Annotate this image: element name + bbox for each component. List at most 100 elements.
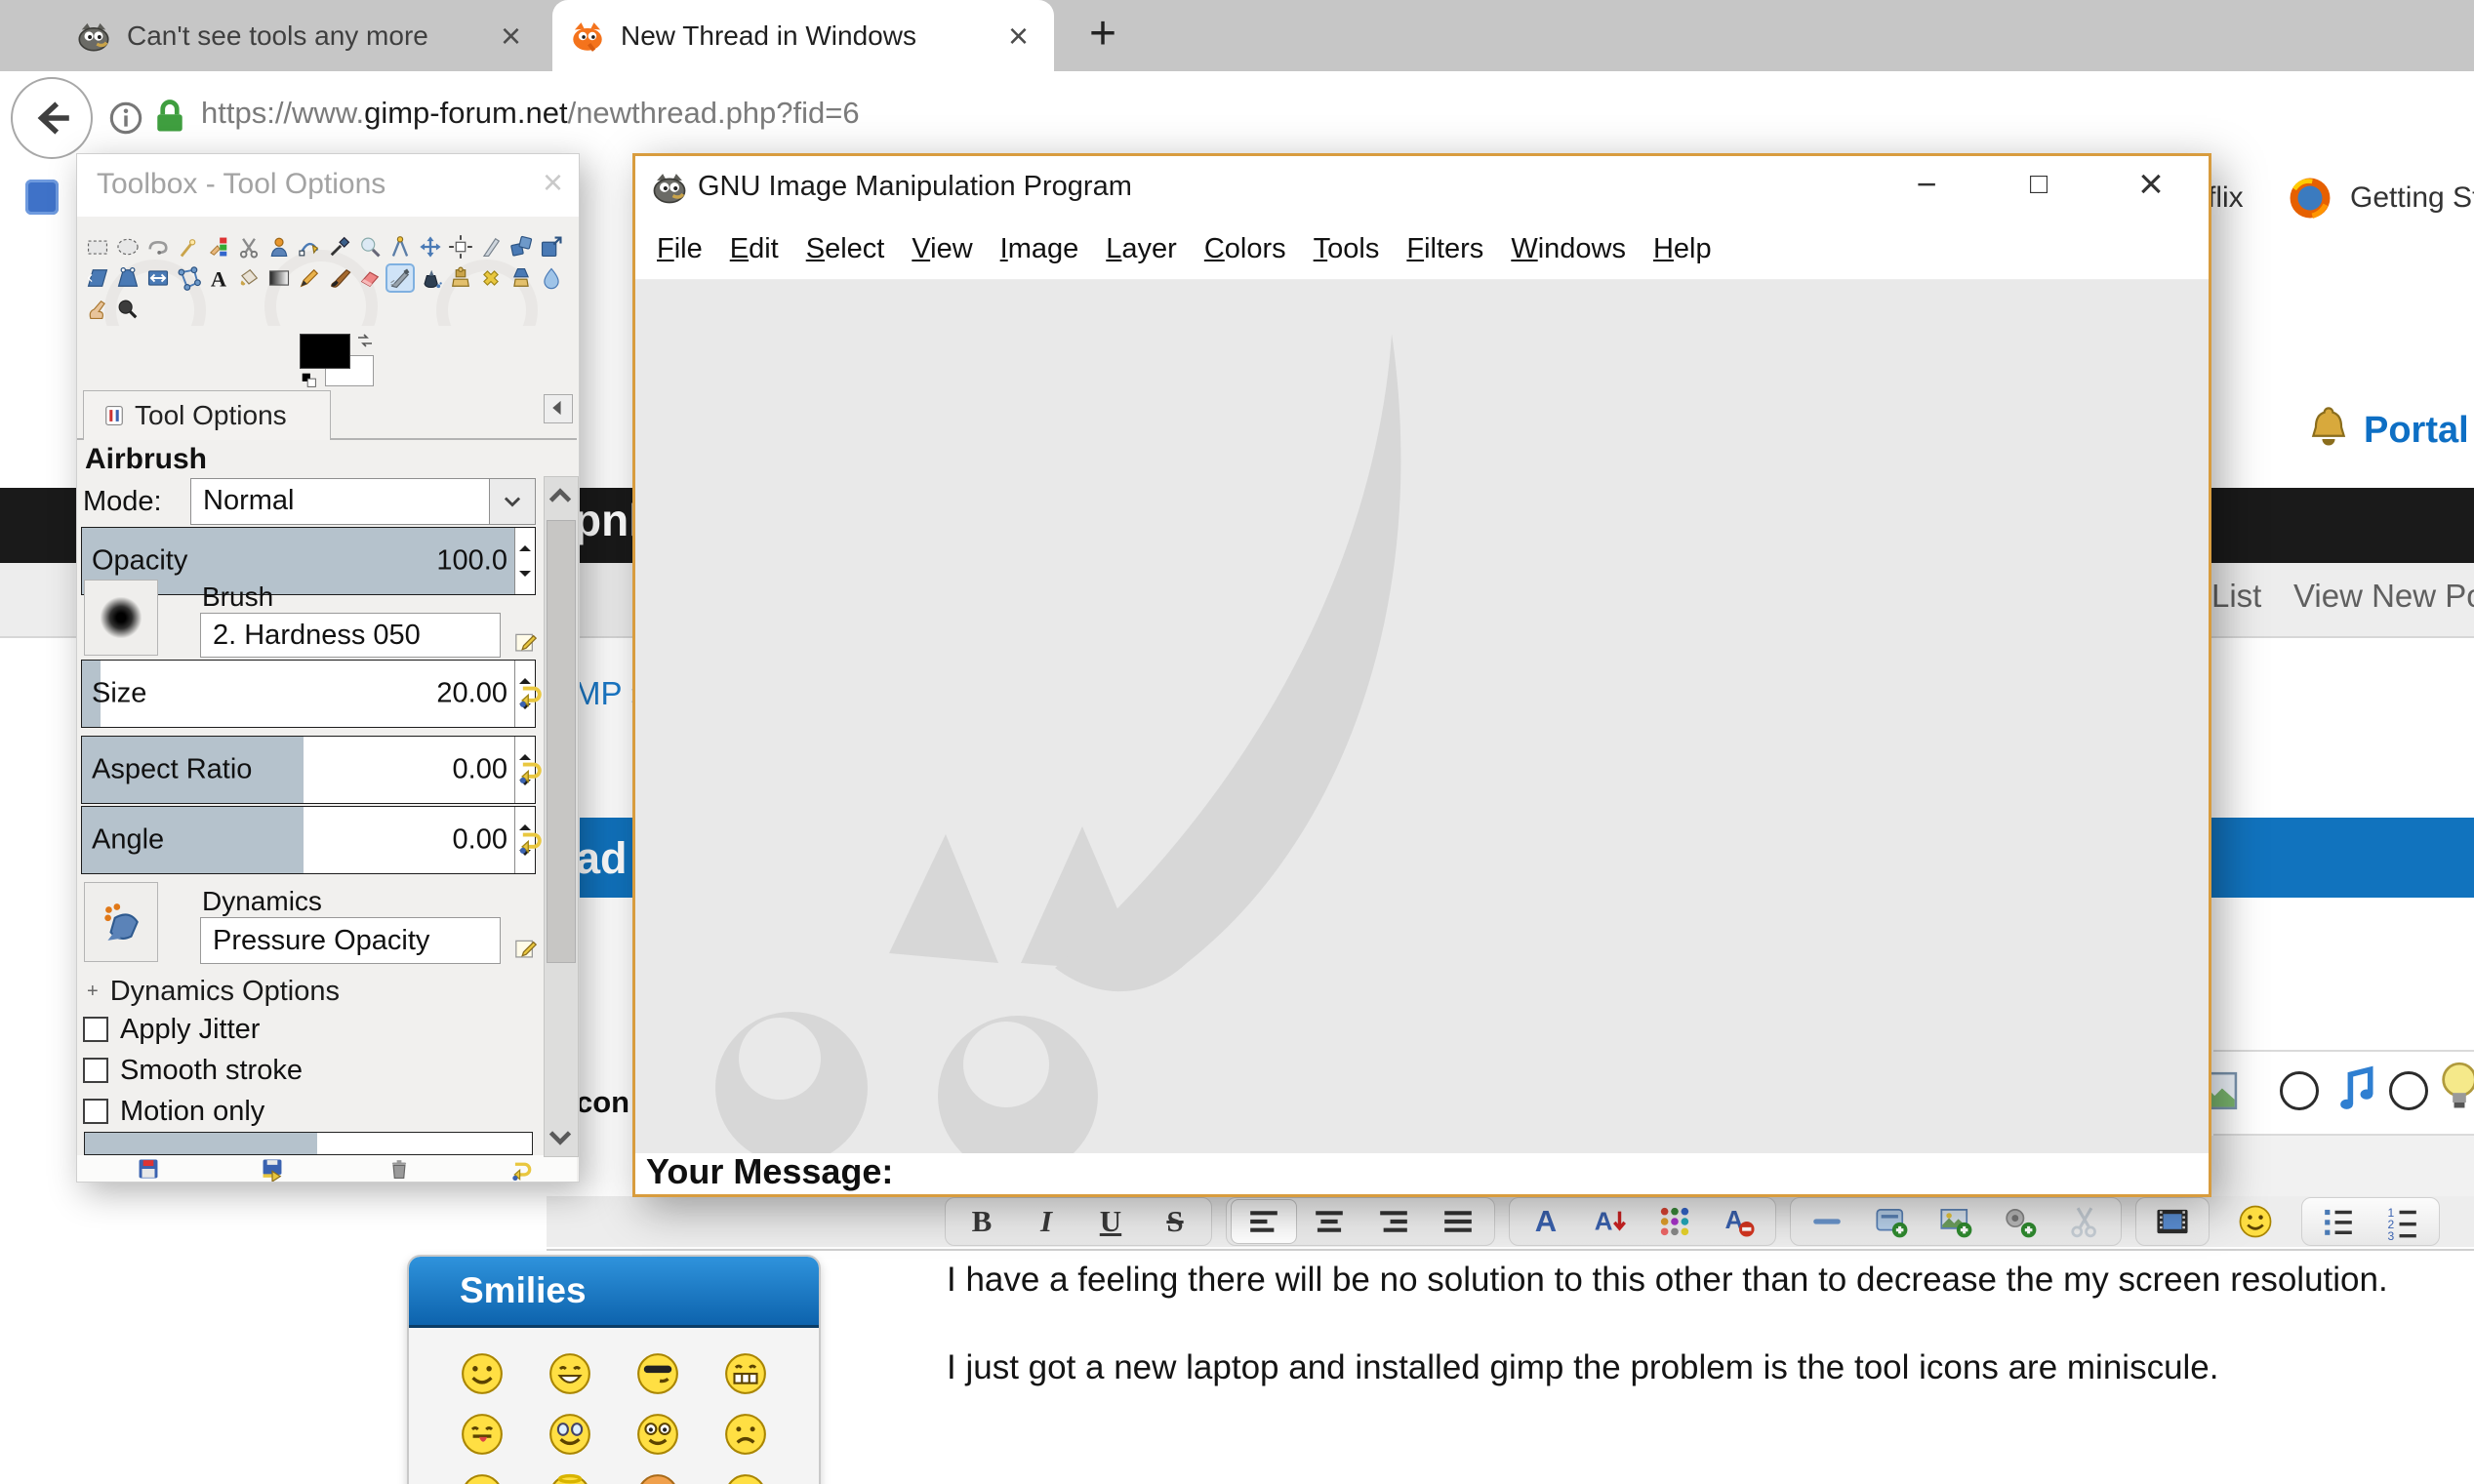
insert-link-button[interactable] [1859, 1200, 1924, 1243]
color-picker-tool-icon[interactable] [327, 234, 352, 260]
align-tool-icon[interactable] [448, 234, 473, 260]
post-icon-radio[interactable] [2389, 1071, 2428, 1110]
fuzzy-select-tool-icon[interactable] [176, 234, 201, 260]
shear-tool-icon[interactable] [85, 265, 110, 291]
edit-brush-icon[interactable] [512, 628, 540, 656]
forum-view-new-posts-link[interactable]: View New Po [2293, 578, 2474, 615]
size-slider[interactable]: Size 20.00 [81, 660, 536, 728]
tab-close-icon[interactable]: × [501, 19, 521, 54]
smudge-tool-icon[interactable] [85, 297, 110, 322]
rectangle-select-tool-icon[interactable] [85, 234, 110, 260]
align-center-button[interactable] [1297, 1200, 1361, 1243]
message-line[interactable]: I have a feeling there will be no soluti… [947, 1261, 2388, 1300]
reset-aspect-icon[interactable] [516, 755, 546, 784]
sad-smiley-icon[interactable] [723, 1412, 768, 1457]
smooth-stroke-checkbox[interactable] [83, 1058, 108, 1083]
cool-smiley-icon[interactable] [635, 1351, 680, 1396]
undecided-smiley-icon[interactable] [723, 1472, 768, 1484]
menu-file[interactable]: File [643, 233, 716, 265]
crop-tool-icon[interactable] [478, 234, 504, 260]
align-justify-button[interactable] [1426, 1200, 1490, 1243]
swap-colors-icon[interactable] [354, 330, 376, 351]
strikethrough-button[interactable]: S [1143, 1200, 1207, 1243]
reset-options-icon[interactable] [509, 1156, 535, 1182]
ellipse-select-tool-icon[interactable] [115, 234, 141, 260]
dynamics-field[interactable]: Pressure Opacity [200, 917, 501, 964]
new-tab-button[interactable]: + [1077, 6, 1128, 60]
scroll-down-icon[interactable] [545, 1117, 576, 1156]
insert-film-button[interactable] [2140, 1200, 2205, 1243]
grin-smiley-icon[interactable] [548, 1351, 592, 1396]
menu-filters[interactable]: Filters [1393, 233, 1497, 265]
portal-link[interactable]: Portal [2364, 410, 2469, 452]
smile-2-smiley-icon[interactable] [460, 1472, 505, 1484]
foreground-color-swatch[interactable] [300, 334, 350, 369]
select-by-color-tool-icon[interactable] [206, 234, 231, 260]
message-line[interactable]: I just got a new laptop and installed gi… [947, 1348, 2219, 1387]
mode-dropdown[interactable]: Normal [190, 478, 491, 525]
cage-transform-tool-icon[interactable] [176, 265, 201, 291]
info-icon[interactable] [107, 100, 144, 137]
dynamics-options-expander[interactable]: +Dynamics Options [87, 976, 340, 1008]
menu-view[interactable]: View [898, 233, 986, 265]
aspect-ratio-slider[interactable]: Aspect Ratio 0.00 [81, 736, 536, 804]
rotate-tool-icon[interactable] [508, 234, 534, 260]
post-icon-radio[interactable] [2280, 1071, 2319, 1110]
bucket-fill-tool-icon[interactable] [236, 265, 262, 291]
bookmark-icon[interactable] [25, 180, 59, 215]
tab-new-thread[interactable]: New Thread in Windows × [552, 0, 1054, 71]
airbrush-tool-icon[interactable] [387, 265, 413, 291]
tab-cant-see-tools[interactable]: Can't see tools any more × [59, 0, 547, 71]
menu-colors[interactable]: Colors [1191, 233, 1300, 265]
spinner[interactable] [514, 528, 535, 594]
menu-edit[interactable]: Edit [716, 233, 792, 265]
gradient-tool-icon[interactable] [266, 265, 292, 291]
blush-smiley-icon[interactable] [635, 1472, 680, 1484]
heart-eyes-smiley-icon[interactable] [548, 1412, 592, 1457]
menu-windows[interactable]: Windows [1497, 233, 1640, 265]
clone-tool-icon[interactable] [448, 265, 473, 291]
font-palette-button[interactable] [1643, 1200, 1707, 1243]
underline-button[interactable]: U [1078, 1200, 1143, 1243]
maximize-button[interactable]: □ [2007, 156, 2071, 213]
measure-tool-icon[interactable] [387, 234, 413, 260]
blur-sharpen-tool-icon[interactable] [539, 265, 564, 291]
close-icon[interactable]: × [543, 162, 563, 203]
scrollbar-thumb[interactable] [547, 520, 576, 963]
paths-tool-icon[interactable] [297, 234, 322, 260]
big-grin-smiley-icon[interactable] [723, 1351, 768, 1396]
back-button[interactable] [11, 77, 93, 159]
scroll-up-icon[interactable] [545, 477, 576, 516]
bookmark-getting-started[interactable]: Getting Start [2350, 181, 2474, 215]
heal-tool-icon[interactable] [478, 265, 504, 291]
move-tool-icon[interactable] [418, 234, 443, 260]
flip-tool-icon[interactable] [145, 265, 171, 291]
free-select-tool-icon[interactable] [145, 234, 171, 260]
perspective-tool-icon[interactable] [115, 265, 141, 291]
apply-jitter-checkbox[interactable] [83, 1017, 108, 1042]
insert-smiley-button[interactable] [2223, 1200, 2288, 1243]
numbered-list-button[interactable]: 123 [2371, 1200, 2435, 1243]
align-right-button[interactable] [1361, 1200, 1426, 1243]
ink-tool-icon[interactable] [418, 265, 443, 291]
paintbrush-tool-icon[interactable] [327, 265, 352, 291]
bullet-list-button[interactable] [2306, 1200, 2371, 1243]
cut-button[interactable] [2052, 1200, 2117, 1243]
gimp-title-bar[interactable]: GNU Image Manipulation Program − □ × [635, 156, 2209, 219]
menu-select[interactable]: Select [792, 233, 899, 265]
brush-thumbnail[interactable] [84, 580, 158, 656]
save-options-icon[interactable] [136, 1156, 161, 1182]
menu-layer[interactable]: Layer [1092, 233, 1191, 265]
shocked-smiley-icon[interactable] [635, 1412, 680, 1457]
bookmark-netflix[interactable]: flix [2208, 181, 2244, 215]
gimp-canvas[interactable] [635, 280, 2209, 1153]
tab-close-icon[interactable]: × [1008, 19, 1029, 54]
reset-angle-icon[interactable] [516, 825, 546, 855]
delete-options-icon[interactable] [386, 1156, 412, 1182]
bottom-partial-slider[interactable] [84, 1132, 533, 1155]
angle-slider[interactable]: Angle 0.00 [81, 806, 536, 874]
menu-tools[interactable]: Tools [1300, 233, 1394, 265]
menu-help[interactable]: Help [1640, 233, 1725, 265]
toolbox-title-bar[interactable]: Toolbox - Tool Options × [77, 154, 579, 217]
smile-smiley-icon[interactable] [460, 1351, 505, 1396]
